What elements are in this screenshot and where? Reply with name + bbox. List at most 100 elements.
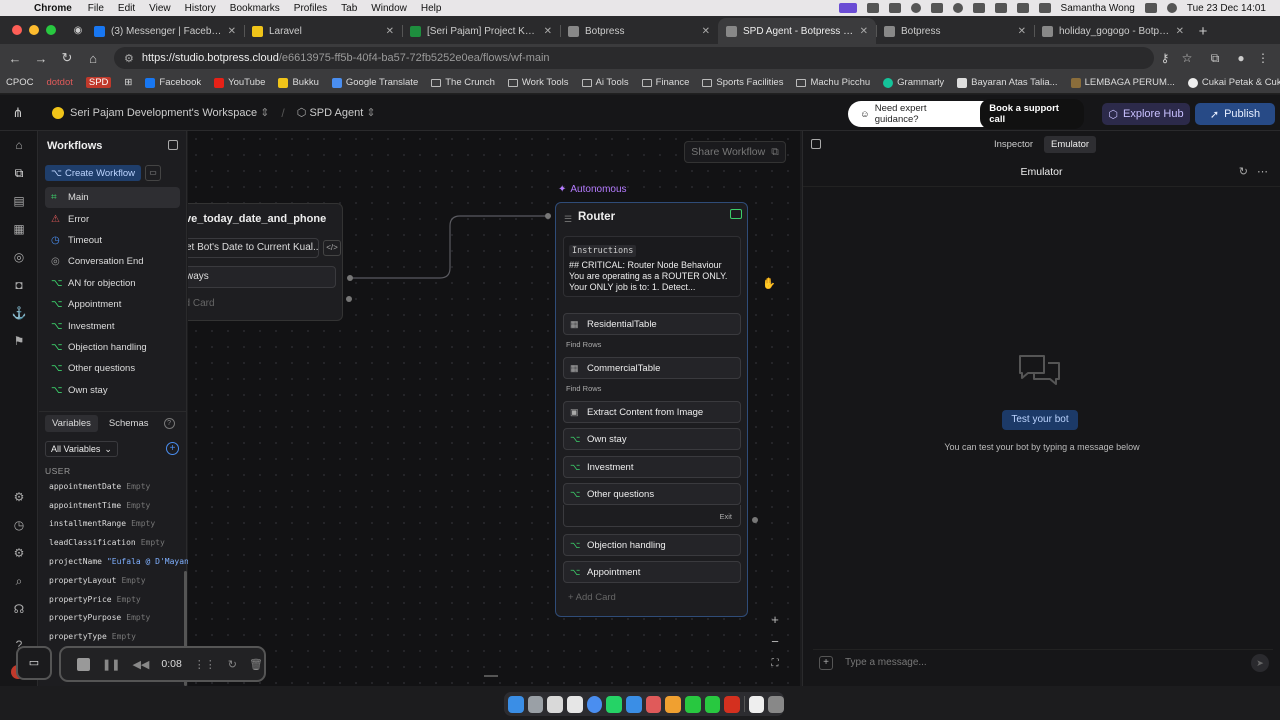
knowledge-book-icon[interactable]: ▤ [11,193,27,209]
gmail-icon[interactable] [888,3,901,13]
router-card[interactable]: ▦ CommercialTable [563,357,741,379]
router-card[interactable]: ⌥ Own stay [563,428,741,450]
router-card[interactable]: ⌥ Objection handling [563,534,741,556]
router-card[interactable]: ⌥ Other questions [563,483,741,505]
workflow-item[interactable]: ⌥ Investment [45,315,180,336]
chat-bubble-icon[interactable] [730,209,742,219]
rewind-icon[interactable]: ◀◀ [132,658,149,671]
more-menu-icon[interactable]: ⋮ [1252,51,1274,65]
menu-tab[interactable]: Tab [341,3,357,14]
bookmark-icon[interactable]: ⚑ [11,333,27,349]
input-port[interactable] [545,213,551,219]
close-tab-icon[interactable]: ✕ [1176,26,1184,37]
bookmark-google-translate[interactable]: Google Translate [331,77,418,88]
tab-botpress[interactable]: Botpress ✕ [560,18,718,44]
whatsapp-icon[interactable] [606,695,622,713]
test-your-bot-button[interactable]: Test your bot [1002,410,1078,430]
book-support-call-button[interactable]: Book a support call [980,99,1084,129]
menubar-user[interactable]: Samantha Wong [1061,3,1135,14]
home-icon[interactable]: ⌂ [82,51,104,66]
bookmark-star-icon[interactable]: ☆ [1176,51,1198,65]
settings-gear-icon[interactable]: ⚙ [11,545,27,561]
router-card[interactable]: ⌥ Investment [563,456,741,478]
hooks-anchor-icon[interactable]: ⚓ [11,305,27,321]
output-port[interactable] [347,275,353,281]
close-tab-icon[interactable]: ✕ [860,26,868,37]
bookmark-bayaran[interactable]: Bayaran Atas Talia... [957,77,1058,88]
menu-window[interactable]: Window [371,3,407,14]
bookmark-dotdot[interactable]: dotdot [46,77,72,88]
restart-icon[interactable]: ↻ [228,658,237,671]
workflow-item[interactable]: ◷ Timeout [45,230,180,251]
menu-history[interactable]: History [185,3,216,14]
workflow-item[interactable]: ⌥ Objection handling [45,337,180,358]
router-node[interactable]: ☰ Router Instructions ## CRITICAL: Route… [555,202,748,617]
close-tab-icon[interactable]: ✕ [544,26,552,37]
app-icon[interactable] [684,695,701,713]
bookmark-bukku[interactable]: Bukku [278,77,319,88]
tab-laravel[interactable]: Laravel ✕ [244,18,402,44]
message-input[interactable]: Type a message... [845,657,927,668]
instructions-card[interactable]: Instructions ## CRITICAL: Router Node Be… [563,236,741,297]
document-icon[interactable] [748,695,765,713]
variables-filter-select[interactable]: All Variables ⌄ [45,441,118,457]
excel-icon[interactable] [704,695,721,713]
tab-variables[interactable]: Variables [45,414,98,432]
bot-selector[interactable]: ⬡ SPD Agent ⇕ [297,106,376,119]
forward-icon[interactable]: → [30,51,52,66]
workflow-item[interactable]: ⌥ Other questions [45,358,180,379]
battery-icon[interactable] [930,3,943,13]
reload-icon[interactable]: ↻ [56,50,78,66]
bot-icon[interactable]: ◘ [11,277,27,293]
sync-icon[interactable] [910,3,921,13]
explore-hub-button[interactable]: ⬡ Explore Hub [1102,103,1190,125]
agents-icon[interactable]: ◎ [11,249,27,265]
bookmark-cukai[interactable]: Cukai Petak & Cuk... [1187,77,1280,88]
tab-inspector[interactable]: Inspector [987,136,1040,153]
bookmark-ai-tools[interactable]: Ai Tools [581,77,629,88]
close-tab-icon[interactable]: ✕ [386,26,394,37]
reset-conversation-icon[interactable]: ↻ [1239,165,1248,178]
workflow-item[interactable]: ⌥ Own stay [45,380,180,401]
variable-row[interactable]: projectName "Eufala @ D'Mayang [49,552,194,571]
control-center-icon[interactable] [1144,3,1157,13]
history-icon[interactable]: ◷ [11,517,27,533]
menu-help[interactable]: Help [421,3,442,14]
share-workflow-button[interactable]: Share Workflow ⧉ [684,141,786,163]
tab-sheets[interactable]: [Seri Pajam] Project Knowled ✕ [402,18,560,44]
tab-emulator[interactable]: Emulator [1044,135,1097,153]
trash-icon[interactable] [768,695,785,713]
variable-row[interactable]: propertyPurpose Empty [49,609,194,628]
grid-icon[interactable]: ⋮⋮ [194,658,216,671]
botpress-logo-icon[interactable]: ⋔ [0,105,36,121]
search-icon[interactable]: ⌕ [11,573,27,589]
pause-icon[interactable]: ❚❚ [102,658,120,671]
node-save-date-phone[interactable]: ve_today_date_and_phone et Bot's Date to… [188,203,343,321]
new-folder-icon[interactable]: ▭ [145,165,161,181]
output-port[interactable] [346,296,352,302]
workflow-item[interactable]: ⚠ Error [45,208,180,229]
workflows-icon[interactable]: ⧉ [11,165,27,181]
bookmark-lembaga[interactable]: LEMBAGA PERUM... [1070,77,1175,88]
acrobat-icon[interactable] [724,695,740,713]
bookmark-work-tools[interactable]: Work Tools [507,77,569,88]
close-tab-icon[interactable]: ✕ [1018,26,1026,37]
finder-icon[interactable] [508,695,524,713]
camera-toggle-icon[interactable]: ▭ [16,646,52,680]
input-source-icon[interactable] [1016,3,1029,13]
workflow-item[interactable]: ⌥ Appointment [45,294,180,315]
router-card[interactable]: ⌥ Appointment [563,561,741,583]
wifi-icon[interactable] [1038,3,1051,13]
bookmark-cpoc[interactable]: CPOC [6,77,33,88]
extensions-icon[interactable]: ⧉ [1204,51,1226,66]
variable-row[interactable]: propertyLayout Empty [49,571,194,590]
apps-grid-icon[interactable]: ⊞ [124,77,132,88]
close-window-icon[interactable] [12,25,22,35]
mail-icon[interactable] [625,695,642,713]
menubar-clock[interactable]: Tue 23 Dec 14:01 [1187,3,1266,14]
collapse-panel-icon[interactable] [168,140,178,150]
bookmark-the-crunch[interactable]: The Crunch [431,77,495,88]
app-icon[interactable] [645,695,662,713]
router-card[interactable]: ▣ Extract Content from Image [563,401,741,423]
resize-handle[interactable] [484,675,498,677]
